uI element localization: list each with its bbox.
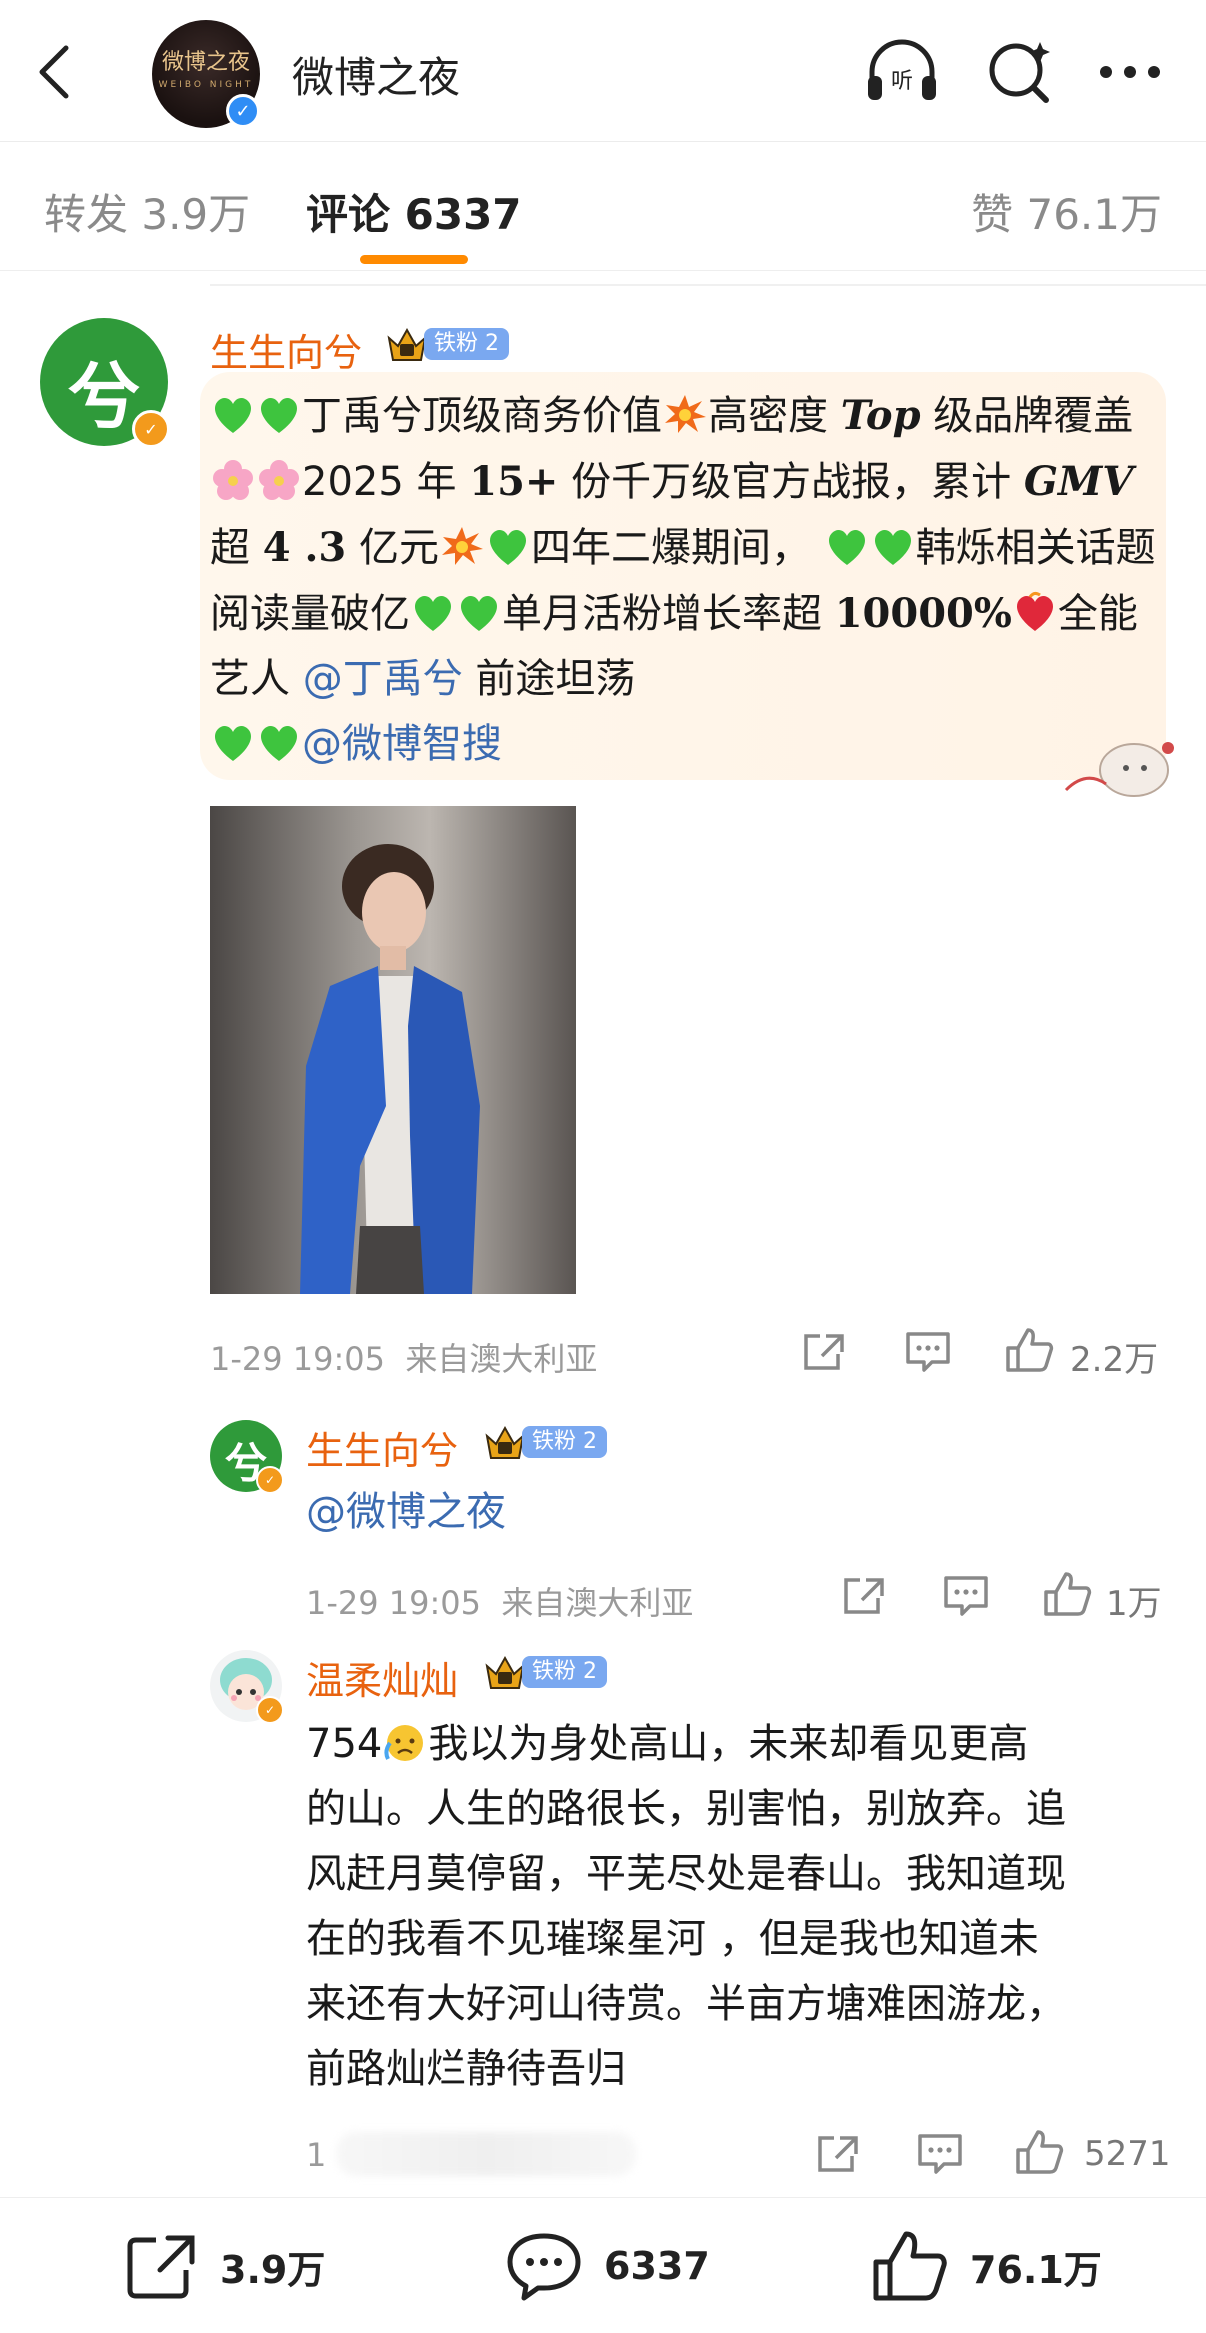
commenter-name[interactable]: 温柔灿灿 [306, 1650, 458, 1705]
cherry-blossom-icon [213, 460, 253, 500]
like-icon[interactable] [1014, 2128, 1064, 2176]
like-icon[interactable] [1004, 1326, 1054, 1374]
explosion-icon [441, 527, 483, 565]
comment-icon [507, 2233, 581, 2301]
mention-link[interactable]: @微博之夜 [306, 1480, 506, 1545]
tab-bar: 转发 3.9万 评论 6337 赞 76.1万 [0, 143, 1206, 271]
green-heart-icon [828, 529, 865, 565]
share-icon[interactable] [800, 1330, 848, 1374]
green-heart-icon [260, 397, 298, 433]
share-icon[interactable] [814, 2132, 862, 2176]
repost-count: 3.9万 [220, 2247, 326, 2292]
fan-badge[interactable]: 铁粉 2 [484, 1424, 607, 1460]
repost-button[interactable]: 3.9万 [124, 2198, 325, 2333]
like-count: 5271 [1084, 2134, 1171, 2174]
comment-button[interactable]: 6337 [504, 2198, 710, 2333]
mention-link[interactable]: @微博智搜 [302, 721, 502, 767]
comment-text: 754 我以为身处高山，未来却看见更高 的山。人生的路很长，别害怕，别放弃。追 风… [306, 1721, 1066, 2092]
verified-badge-icon: ✓ [132, 410, 170, 448]
cherry-blossom-icon [259, 460, 299, 500]
more-icon[interactable] [1092, 36, 1172, 106]
crown-icon [387, 327, 427, 361]
commenter-name[interactable]: 生生向兮 [210, 322, 362, 377]
green-heart-icon [214, 397, 252, 433]
blurred-meta [336, 2132, 636, 2176]
comment-time: 1-29 19:05 来自澳大利亚 [306, 1584, 694, 1622]
explosion-icon [665, 395, 706, 433]
comment-text: 丁禹兮顶级商务价值 高密度 Top 级品牌覆盖2025 年 15+ 份千万级官方战… [210, 392, 1156, 767]
comment-icon[interactable] [942, 1574, 990, 1618]
tab-comments[interactable]: 评论 6337 [306, 181, 522, 242]
person-photo-illustration [210, 806, 576, 1294]
bottom-action-bar: 3.9万 6337 76.1万 [0, 2197, 1206, 2333]
green-heart-icon [460, 595, 498, 631]
share-icon[interactable] [840, 1574, 888, 1618]
fan-badge[interactable]: 铁粉 2 [386, 326, 509, 362]
green-heart-icon [414, 595, 452, 631]
fan-badge[interactable]: 铁粉 2 [484, 1654, 607, 1690]
comment-icon[interactable] [904, 1330, 952, 1374]
mention-link[interactable]: @丁禹兮 [303, 656, 463, 702]
active-tab-indicator [360, 255, 468, 264]
avatar-logo-sub: WEIBO NIGHT [158, 80, 254, 90]
fan-badge-label: 铁粉 2 [424, 328, 509, 360]
verified-badge-icon: ✓ [226, 94, 260, 128]
svg-text:听: 听 [891, 69, 913, 94]
comment-time: 1-29 19:05 来自澳大利亚 [210, 1340, 598, 1378]
like-button[interactable]: 76.1万 [870, 2198, 1102, 2333]
verified-badge-icon: ✓ [256, 1696, 284, 1724]
crown-icon [485, 1655, 525, 1689]
comment-icon[interactable] [916, 2132, 964, 2176]
crown-icon [485, 1425, 525, 1459]
avatar-logo-text: 微博之夜 [161, 50, 250, 75]
green-heart-icon [489, 529, 526, 565]
listen-headphones-icon[interactable]: 听 [862, 36, 942, 106]
back-arrow-icon[interactable] [32, 40, 76, 104]
page-title: 微博之夜 [292, 54, 461, 101]
share-icon [127, 2235, 195, 2299]
comment-photo[interactable] [210, 806, 576, 1294]
comment-time: 1 [306, 2136, 327, 2174]
green-heart-icon [214, 725, 252, 761]
commenter-name[interactable]: 生生向兮 [306, 1420, 458, 1475]
like-count: 1万 [1106, 1584, 1162, 1624]
heart-on-fire-icon [1016, 591, 1053, 631]
divider [210, 284, 1206, 286]
fan-badge-label: 铁粉 2 [522, 1426, 607, 1458]
search-sparkle-icon[interactable] [980, 36, 1060, 106]
like-count: 76.1万 [970, 2247, 1102, 2292]
green-heart-icon [260, 725, 298, 761]
fan-badge-label: 铁粉 2 [522, 1656, 607, 1688]
like-count: 2.2万 [1070, 1340, 1159, 1380]
tab-repost[interactable]: 转发 3.9万 [44, 181, 250, 242]
like-icon [873, 2231, 947, 2301]
green-heart-icon [874, 529, 911, 565]
top-nav-bar: 微博之夜 WEIBO NIGHT ✓ 微博之夜 听 [0, 0, 1206, 142]
like-icon[interactable] [1042, 1570, 1092, 1618]
verified-badge-icon: ✓ [256, 1466, 284, 1494]
tab-likes[interactable]: 赞 76.1万 [971, 181, 1162, 242]
account-avatar[interactable]: 微博之夜 WEIBO NIGHT ✓ [152, 20, 260, 128]
comment-count: 6337 [604, 2244, 710, 2288]
crying-face-icon [384, 1725, 424, 1761]
